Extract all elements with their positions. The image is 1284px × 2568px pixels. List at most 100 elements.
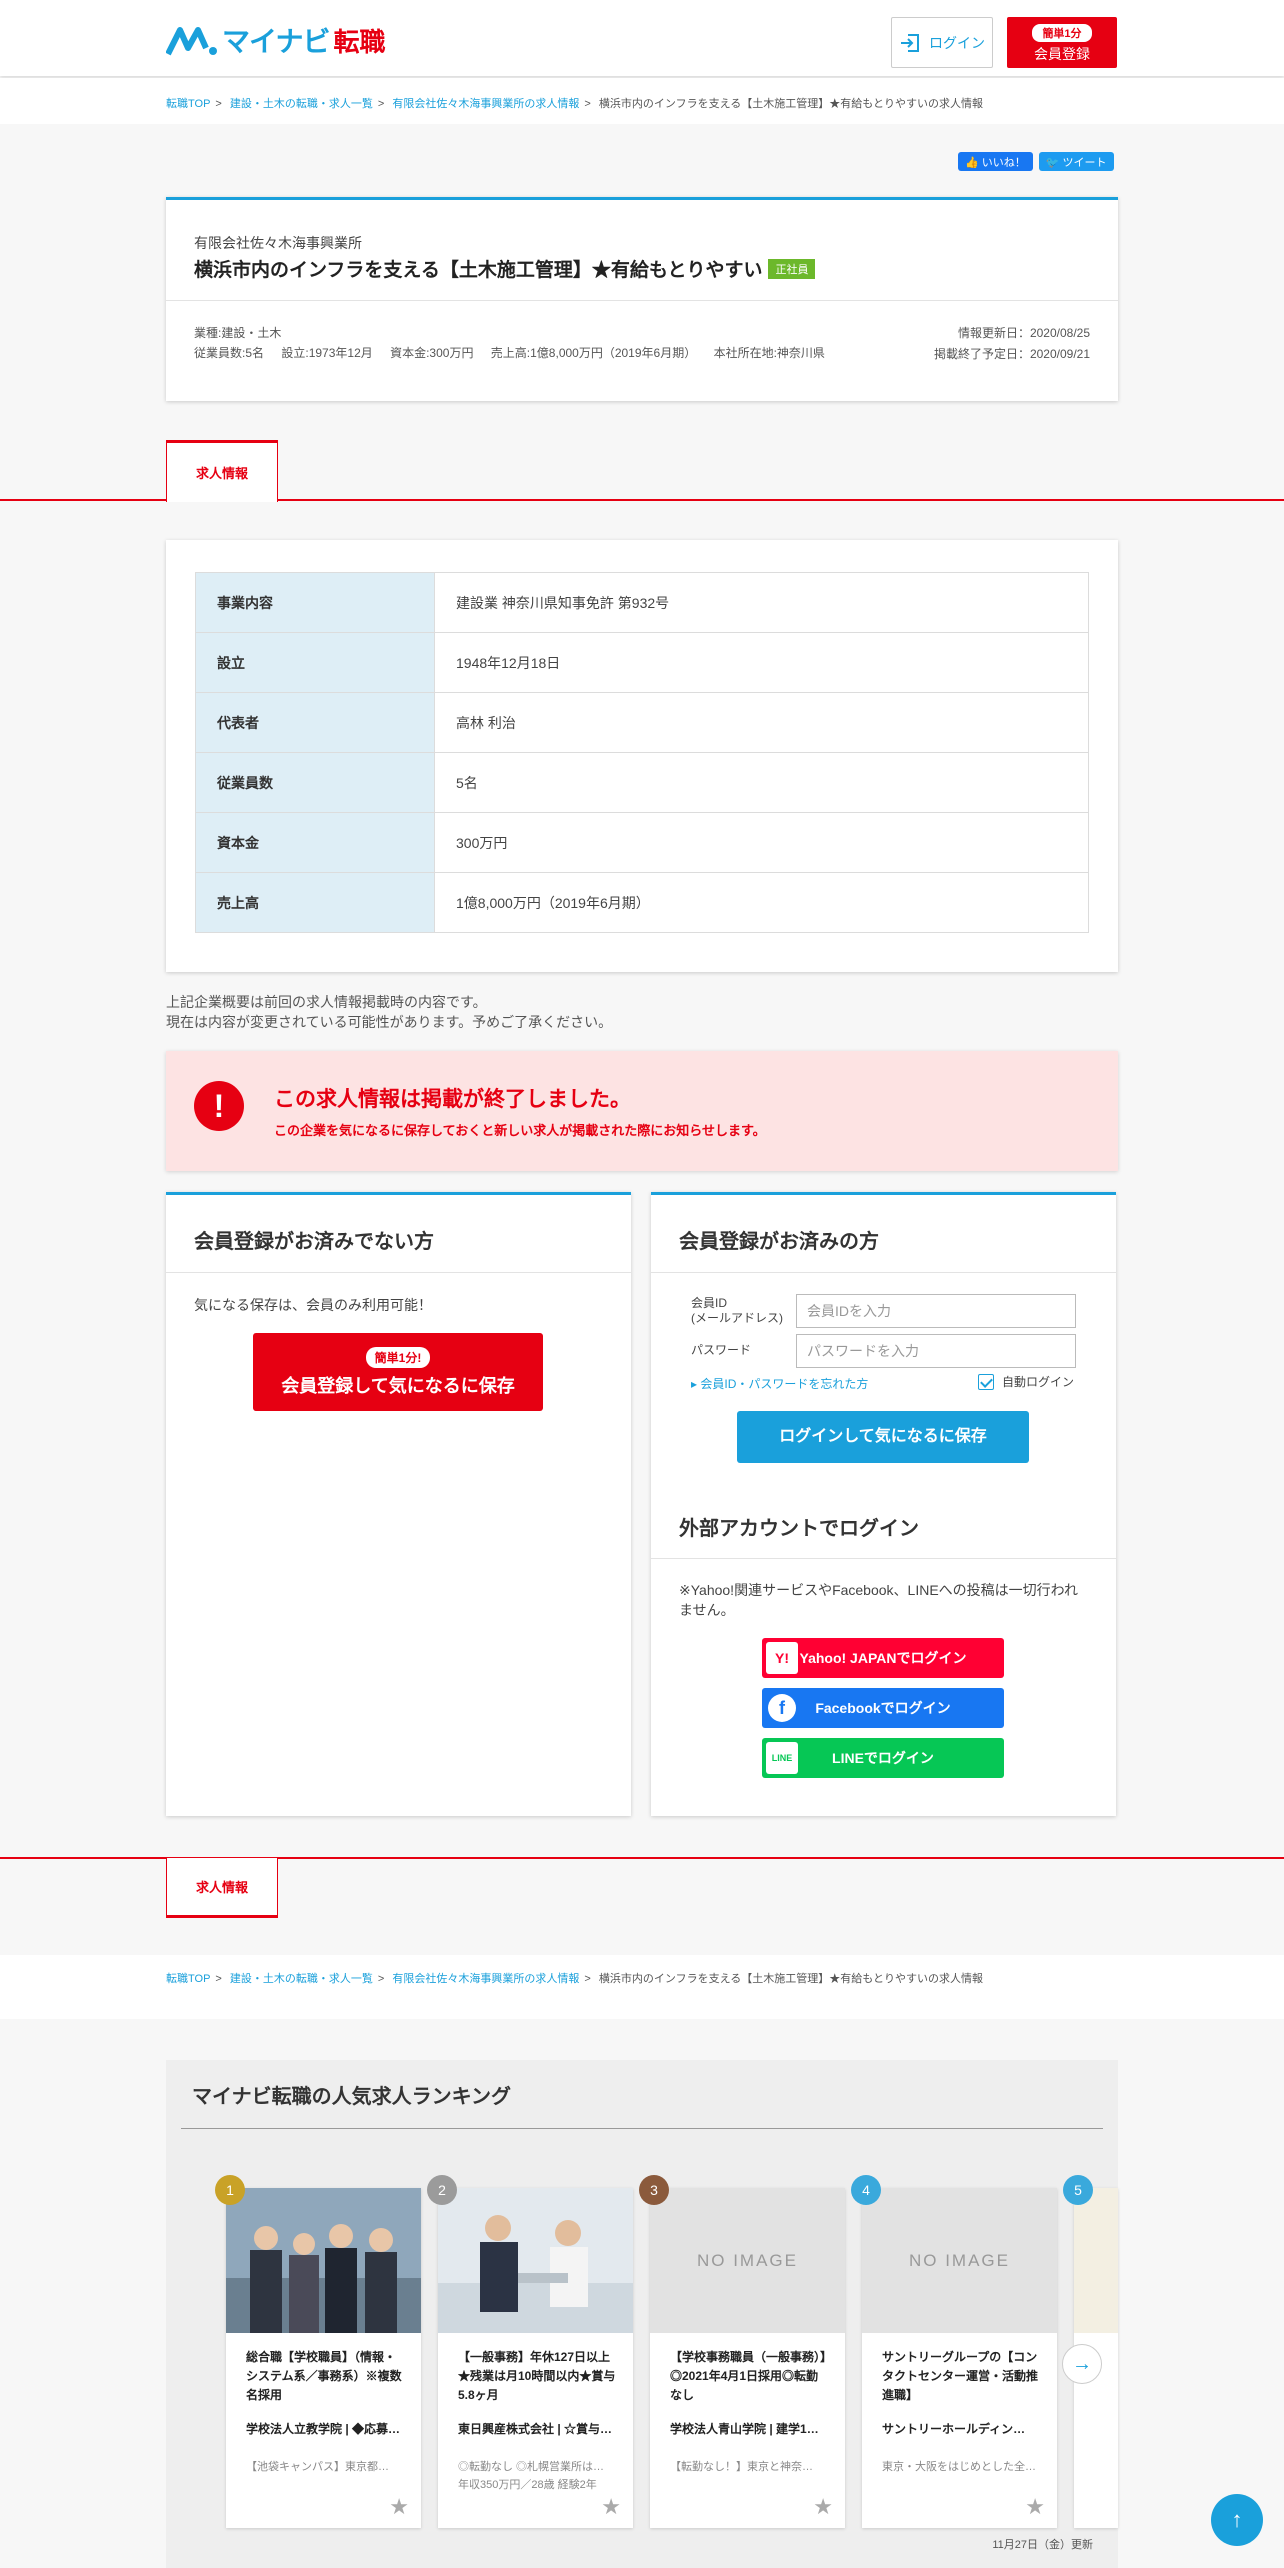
sales: 売上高:1億8,000万円（2019年6月期） — [490, 346, 697, 360]
breadcrumb-link-company[interactable]: 有限会社佐々木海事興業所の求人情報 — [392, 1973, 579, 1985]
company-info-table: 事業内容 建設業 神奈川県知事免許 第932号 設立 1948年12月18日 代表者… — [195, 572, 1089, 933]
ranking-job-title: 【学校事務職員（一般事務）】◎2021年4月1日採用◎転勤なし — [670, 2350, 827, 2402]
facebook-like-button[interactable]: 👍 いいね！ — [958, 152, 1033, 171]
breadcrumb-link-top[interactable]: 転職TOP — [166, 98, 210, 110]
table-row: 従業員数 5名 — [195, 752, 1089, 813]
row-value: 300万円 — [434, 812, 1089, 873]
ranking-desc: ◎転勤なし ◎札幌営業所は… 年収350万円／28歳 経験2年 — [458, 2461, 605, 2491]
rank-number: 4 — [851, 2175, 881, 2205]
breadcrumb-bar-bottom: 転職TOP > 建設・土木の転職・求人一覧 > 有限会社佐々木海事興業所の求人情報 >… — [0, 1955, 1284, 2019]
no-image-placeholder: NO IMAGE — [862, 2188, 1057, 2333]
divider — [166, 300, 1118, 301]
divider — [181, 2128, 1103, 2129]
ranking-job-title: サントリーグループの【コンタクトセンター運営・活動推進職】 — [882, 2350, 1039, 2402]
password-input[interactable]: パスワードを入力 — [796, 1334, 1076, 1368]
expired-alert: ! この求人情報は掲載が終了しました。 この企業を気になるに保存しておくと新しい… — [166, 1051, 1118, 1171]
table-row: 設立 1948年12月18日 — [195, 632, 1089, 693]
job-photo — [438, 2188, 633, 2333]
star-icon[interactable]: ★ — [813, 2494, 833, 2520]
forgot-credentials-link[interactable]: ▸ 会員ID・パスワードを忘れた方 — [691, 1375, 868, 1392]
yahoo-icon: Y! — [766, 1642, 798, 1674]
ranking-card[interactable]: 【一般事務】年休127日以上★残業は月10時間以内★賞与5.8ヶ月 東日興産株式… — [438, 2188, 633, 2528]
guest-panel: 会員登録がお済みでない方 気になる保存は、会員のみ利用可能！ 簡単1分! 会員登… — [166, 1192, 631, 1816]
row-value: 建設業 神奈川県知事免許 第932号 — [434, 572, 1089, 633]
ranking-title: マイナビ転職の人気求人ランキング — [192, 2086, 511, 2108]
industry: 業種:建設・土木 — [194, 326, 282, 340]
company-info-card: 事業内容 建設業 神奈川県知事免許 第932号 設立 1948年12月18日 代表者… — [166, 540, 1118, 972]
breadcrumb-link-category[interactable]: 建設・土木の転職・求人一覧 — [230, 98, 373, 110]
register-and-save-button[interactable]: 簡単1分! 会員登録して気になるに保存 — [253, 1333, 543, 1411]
site-header: マイナビ 転職 ログイン 簡単1分 会員登録 — [0, 0, 1284, 76]
star-icon[interactable]: ★ — [389, 2494, 409, 2520]
password-label: パスワード — [691, 1343, 752, 1357]
star-icon[interactable]: ★ — [601, 2494, 621, 2520]
tweet-button[interactable]: 🐦 ツイート — [1038, 152, 1114, 171]
guest-text: 気になる保存は、会員のみ利用可能！ — [194, 1297, 432, 1313]
login-label: ログイン — [929, 34, 985, 51]
ranking-card[interactable]: 総合職【学校職員】（情報・システム系／事務系）※複数名採用 学校法人立教学院 |… — [226, 2188, 421, 2528]
job-meta: 業種:建設・土木 従業員数:5名 設立:1973年12月 資本金:300万円 売… — [194, 323, 839, 363]
login-and-save-button[interactable]: ログインして気になるに保存 — [737, 1411, 1029, 1463]
line-login-label: LINEでログイン — [832, 1750, 934, 1766]
carousel-next-button[interactable]: → — [1062, 2344, 1102, 2384]
breadcrumb: 転職TOP > 建設・土木の転職・求人一覧 > 有限会社佐々木海事興業所の求人情報 >… — [166, 98, 984, 110]
row-value: 1948年12月18日 — [434, 632, 1089, 693]
job-summary-card: 有限会社佐々木海事興業所 横浜市内のインフラを支える【土木施工管理】★有給もとり… — [166, 197, 1118, 401]
ranking-job-title: 総合職【学校職員】（情報・システム系／事務系）※複数名採用 — [246, 2350, 402, 2402]
end-date: 掲載終了予定日：2020/09/21 — [933, 347, 1090, 361]
breadcrumb-link-category[interactable]: 建設・土木の転職・求人一覧 — [230, 1973, 373, 1985]
ranking-card[interactable]: NO IMAGE サントリーグループの【コンタクトセンター運営・活動推進職】 サ… — [862, 2188, 1057, 2528]
tab-job-info-bottom[interactable]: 求人情報 — [166, 1858, 278, 1918]
back-to-top-button[interactable]: ↑ — [1211, 2494, 1263, 2546]
divider — [651, 1558, 1116, 1559]
facebook-icon: f — [768, 1694, 796, 1722]
social-buttons: 👍 いいね！ 🐦 ツイート — [958, 152, 1114, 171]
job-dates: 情報更新日：2020/08/25 掲載終了予定日：2020/09/21 — [934, 323, 1090, 365]
line-login-button[interactable]: LINE LINEでログイン — [762, 1738, 1004, 1778]
member-id-input[interactable]: 会員IDを入力 — [796, 1294, 1076, 1328]
row-value: 1億8,000万円（2019年6月期） — [434, 872, 1089, 933]
row-key: 従業員数 — [195, 752, 435, 813]
auto-login-checkbox[interactable]: 自動ログイン — [978, 1373, 1074, 1390]
member-id-label: 会員ID (メールアドレス) — [691, 1296, 783, 1326]
register-save-label: 会員登録して気になるに保存 — [281, 1376, 515, 1396]
rank-number: 5 — [1063, 2175, 1093, 2205]
row-value: 5名 — [434, 752, 1089, 813]
employees: 従業員数:5名 — [194, 346, 265, 360]
login-button[interactable]: ログイン — [891, 17, 993, 68]
row-value: 高林 利治 — [434, 692, 1089, 753]
breadcrumb-link-company[interactable]: 有限会社佐々木海事興業所の求人情報 — [392, 98, 579, 110]
register-button[interactable]: 簡単1分 会員登録 — [1007, 17, 1117, 68]
facebook-login-button[interactable]: f Facebookでログイン — [762, 1688, 1004, 1728]
founded: 設立:1973年12月 — [281, 346, 373, 360]
site-logo[interactable]: マイナビ 転職 — [166, 20, 385, 60]
alert-title: この求人情報は掲載が終了しました。 — [274, 1088, 631, 1111]
employment-type-tag: 正社員 — [768, 259, 816, 279]
ranking-desc: 【池袋キャンパス】東京都… — [246, 2461, 389, 2473]
yahoo-login-label: Yahoo! JAPANでログイン — [799, 1650, 967, 1666]
ranking-job-title: 【一般事務】年休127日以上★残業は月10時間以内★賞与5.8ヶ月 — [458, 2350, 616, 2402]
job-title: 横浜市内のインフラを支える【土木施工管理】★有給もとりやすい 正社員 — [194, 255, 816, 282]
tab-job-info[interactable]: 求人情報 — [166, 440, 278, 502]
auto-login-label: 自動ログイン — [1002, 1375, 1075, 1389]
ranking-card[interactable]: NO IMAGE 【学校事務職員（一般事務）】◎2021年4月1日採用◎転勤なし… — [650, 2188, 845, 2528]
breadcrumb-current: 横浜市内のインフラを支える【土木施工管理】★有給もとりやすいの求人情報 — [598, 98, 984, 110]
note-line: 現在は内容が変更されている可能性があります。予めご了承ください。 — [166, 1014, 613, 1030]
member-heading: 会員登録がお済みの方 — [679, 1231, 879, 1253]
star-icon[interactable]: ★ — [1025, 2494, 1045, 2520]
capital: 資本金:300万円 — [390, 346, 474, 360]
info-note: 上記企業概要は前回の求人情報掲載時の内容です。 現在は内容が変更されている可能性… — [166, 992, 612, 1032]
register-label: 会員登録 — [1034, 46, 1090, 62]
external-login-note: ※Yahoo!関連サービスやFacebook、LINEへの投稿は一切行われません… — [679, 1582, 1078, 1618]
office-photo-icon — [438, 2188, 633, 2333]
line-icon: LINE — [766, 1742, 798, 1774]
company-name: 有限会社佐々木海事興業所 — [194, 235, 362, 251]
logo-mark-icon — [166, 27, 217, 56]
label-line: (メールアドレス) — [691, 1311, 783, 1325]
note-line: 上記企業概要は前回の求人情報掲載時の内容です。 — [166, 994, 487, 1010]
ranking-company: 東日興産株式会社 | ☆賞与… — [458, 2422, 613, 2436]
yahoo-login-button[interactable]: Y! Yahoo! JAPANでログイン — [762, 1638, 1004, 1678]
no-image-placeholder: NO IMAGE — [650, 2188, 845, 2333]
row-key: 売上高 — [195, 872, 435, 933]
breadcrumb-link-top[interactable]: 転職TOP — [166, 1973, 210, 1985]
